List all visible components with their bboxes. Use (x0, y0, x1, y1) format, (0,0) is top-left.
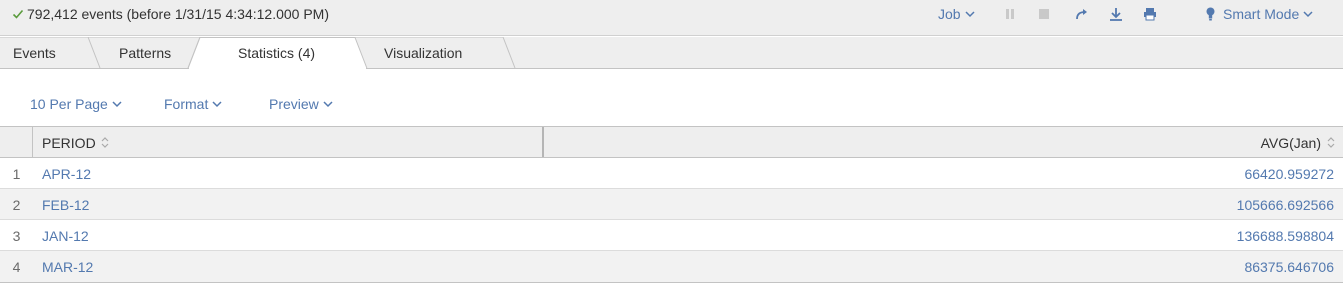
avg-cell[interactable]: 86375.646706 (1244, 259, 1334, 275)
period-cell[interactable]: MAR-12 (42, 259, 93, 275)
statistics-table: PERIOD AVG(Jan) 1 APR-12 66420.959272 2 … (0, 126, 1343, 283)
format-dropdown[interactable]: Format (164, 96, 222, 112)
per-page-label: 10 Per Page (30, 96, 108, 112)
per-page-dropdown[interactable]: 10 Per Page (30, 96, 122, 112)
preview-dropdown[interactable]: Preview (269, 96, 333, 112)
results-tabs: Events Patterns Statistics (4) Visualiza… (0, 37, 1343, 69)
column-header-label: PERIOD (42, 135, 96, 151)
chevron-down-icon (323, 101, 333, 108)
stop-button[interactable] (1036, 6, 1052, 22)
table-row: 4 MAR-12 86375.646706 (0, 251, 1343, 283)
search-status: 792,412 events (before 1/31/15 4:34:12.0… (12, 5, 329, 23)
table-body: 1 APR-12 66420.959272 2 FEB-12 105666.69… (0, 158, 1343, 283)
export-icon (1110, 8, 1122, 21)
table-controls: 10 Per Page Format Preview (0, 69, 1343, 126)
avg-cell[interactable]: 66420.959272 (1244, 166, 1334, 182)
table-row: 1 APR-12 66420.959272 (0, 158, 1343, 189)
chevron-down-icon (965, 11, 975, 18)
job-menu-label: Job (938, 6, 961, 22)
stop-icon (1039, 9, 1049, 19)
sort-icon (1327, 137, 1335, 148)
row-number: 4 (12, 259, 21, 275)
search-mode-label: Smart Mode (1223, 6, 1300, 22)
tab-visualization[interactable]: Visualization (384, 45, 462, 61)
sort-icon (101, 137, 109, 148)
search-mode-menu[interactable]: Smart Mode (1206, 5, 1313, 23)
tab-patterns[interactable]: Patterns (119, 45, 171, 61)
share-icon (1076, 9, 1087, 20)
job-menu[interactable]: Job (938, 5, 975, 23)
table-header: PERIOD AVG(Jan) (0, 126, 1343, 158)
search-status-bar: 792,412 events (before 1/31/15 4:34:12.0… (0, 0, 1343, 36)
lightbulb-icon (1206, 7, 1215, 21)
chevron-down-icon (1303, 11, 1313, 18)
table-row: 2 FEB-12 105666.692566 (0, 189, 1343, 220)
check-icon (12, 9, 24, 19)
tab-statistics[interactable]: Statistics (4) (238, 45, 315, 61)
row-number: 3 (12, 228, 21, 244)
avg-column-header[interactable]: AVG(Jan) (546, 127, 1343, 157)
share-button[interactable] (1074, 6, 1090, 22)
print-button[interactable] (1142, 6, 1158, 22)
period-column-header[interactable]: PERIOD (33, 127, 544, 157)
avg-cell[interactable]: 105666.692566 (1237, 197, 1334, 213)
tab-outlines (0, 37, 516, 69)
preview-label: Preview (269, 96, 319, 112)
tab-events[interactable]: Events (13, 45, 56, 61)
column-header-label: AVG(Jan) (1260, 135, 1321, 151)
period-cell[interactable]: FEB-12 (42, 197, 89, 213)
avg-cell[interactable]: 136688.598804 (1237, 228, 1334, 244)
row-number: 1 (12, 166, 21, 182)
chevron-down-icon (112, 101, 122, 108)
format-label: Format (164, 96, 209, 112)
period-cell[interactable]: JAN-12 (42, 228, 89, 244)
row-number-header (0, 127, 33, 157)
pause-button[interactable] (1002, 6, 1018, 22)
period-cell[interactable]: APR-12 (42, 166, 91, 182)
row-number: 2 (12, 197, 21, 213)
print-icon (1144, 8, 1156, 21)
export-button[interactable] (1108, 6, 1124, 22)
pause-icon (1006, 9, 1014, 19)
chevron-down-icon (212, 101, 222, 108)
event-count-text: 792,412 events (before 1/31/15 4:34:12.0… (27, 6, 329, 22)
table-row: 3 JAN-12 136688.598804 (0, 220, 1343, 251)
